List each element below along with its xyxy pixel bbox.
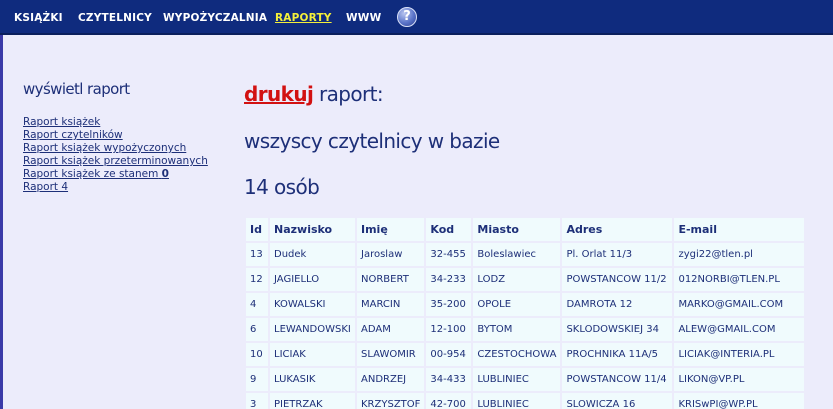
- cell-surname: PIETRZAK: [270, 393, 355, 409]
- nav-www[interactable]: WWW: [346, 12, 381, 24]
- cell-address: POWSTANCOW 11/2: [562, 268, 673, 291]
- print-report-link[interactable]: drukuj: [244, 82, 314, 106]
- table-row: 9 LUKASIK ANDRZEJ 34-433 LUBLINIEC POWST…: [246, 368, 805, 391]
- cell-postal-code: 12-100: [426, 318, 472, 341]
- cell-email: 012NORBI@TLEN.PL: [674, 268, 805, 291]
- sidebar-title: wyświetl raport: [23, 80, 130, 98]
- sidebar-link-readers-report[interactable]: Raport czytelników: [23, 129, 208, 142]
- cell-city: CZESTOCHOWA: [473, 343, 561, 366]
- nav-czytelnicy[interactable]: CZYTELNICY: [78, 12, 152, 24]
- nav-wypozyczalnia[interactable]: WYPOŻYCZALNIA: [163, 12, 267, 24]
- cell-name: KRZYSZTOF: [357, 393, 425, 409]
- cell-name: NORBERT: [357, 268, 425, 291]
- cell-name: Jaroslaw: [357, 243, 425, 266]
- table-row: 10 LICIAK SLAWOMIR 00-954 CZESTOCHOWA PR…: [246, 343, 805, 366]
- sidebar-link-stock-label: Raport książek ze stanem: [23, 168, 159, 180]
- table-row: 4 KOWALSKI MARCIN 35-200 OPOLE DAMROTA 1…: [246, 293, 805, 316]
- cell-email: LIKON@VP.PL: [674, 368, 805, 391]
- cell-postal-code: 32-455: [426, 243, 472, 266]
- column-header-email: E-mail: [674, 218, 805, 241]
- table-row: 12 JAGIELLO NORBERT 34-233 LODZ POWSTANC…: [246, 268, 805, 291]
- report-heading-suffix: raport:: [313, 82, 384, 106]
- cell-address: SKLODOWSKIEJ 34: [562, 318, 673, 341]
- cell-id: 12: [246, 268, 268, 291]
- report-subtitle: wszyscy czytelnicy w bazie: [244, 129, 500, 153]
- cell-address: SLOWICZA 16: [562, 393, 673, 409]
- sidebar-link-borrowed-report[interactable]: Raport książek wypożyczonych: [23, 142, 208, 155]
- nav-raporty[interactable]: RAPORTY: [275, 12, 332, 24]
- table-header-row: Id Nazwisko Imię Kod Miasto Adres E-mail: [246, 218, 805, 241]
- cell-name: ANDRZEJ: [357, 368, 425, 391]
- table-row: 3 PIETRZAK KRZYSZTOF 42-700 LUBLINIEC SL…: [246, 393, 805, 409]
- cell-id: 6: [246, 318, 268, 341]
- cell-address: Pl. Orlat 11/3: [562, 243, 673, 266]
- sidebar-link-stock-value: 0: [161, 168, 169, 180]
- cell-email: MARKO@GMAIL.COM: [674, 293, 805, 316]
- cell-city: LUBLINIEC: [473, 368, 561, 391]
- report-heading: drukuj raport:: [244, 82, 384, 106]
- cell-city: LUBLINIEC: [473, 393, 561, 409]
- cell-id: 10: [246, 343, 268, 366]
- cell-email: KRISwPI@WP.PL: [674, 393, 805, 409]
- column-header-name: Imię: [357, 218, 425, 241]
- sidebar-link-stock-report[interactable]: Raport książek ze stanem 0: [23, 168, 208, 181]
- top-navigation-bar: KSIĄŻKI CZYTELNICY WYPOŻYCZALNIA RAPORTY…: [0, 0, 833, 35]
- cell-email: zygi22@tlen.pl: [674, 243, 805, 266]
- left-border: [0, 35, 3, 409]
- reader-count: 14 osób: [244, 175, 320, 199]
- cell-name: ADAM: [357, 318, 425, 341]
- nav-ksiazki[interactable]: KSIĄŻKI: [14, 12, 63, 24]
- table-row: 13 Dudek Jaroslaw 32-455 Boleslawiec Pl.…: [246, 243, 805, 266]
- cell-postal-code: 34-433: [426, 368, 472, 391]
- cell-id: 13: [246, 243, 268, 266]
- cell-city: BYTOM: [473, 318, 561, 341]
- cell-name: MARCIN: [357, 293, 425, 316]
- cell-address: DAMROTA 12: [562, 293, 673, 316]
- cell-id: 3: [246, 393, 268, 409]
- cell-address: POWSTANCOW 11/4: [562, 368, 673, 391]
- cell-postal-code: 35-200: [426, 293, 472, 316]
- cell-id: 4: [246, 293, 268, 316]
- cell-surname: LICIAK: [270, 343, 355, 366]
- cell-name: SLAWOMIR: [357, 343, 425, 366]
- cell-surname: LUKASIK: [270, 368, 355, 391]
- cell-city: LODZ: [473, 268, 561, 291]
- column-header-surname: Nazwisko: [270, 218, 355, 241]
- cell-postal-code: 42-700: [426, 393, 472, 409]
- sidebar-link-overdue-report[interactable]: Raport książek przeterminowanych: [23, 155, 208, 168]
- table-row: 6 LEWANDOWSKI ADAM 12-100 BYTOM SKLODOWS…: [246, 318, 805, 341]
- column-header-id: Id: [246, 218, 268, 241]
- cell-address: PROCHNIKA 11A/5: [562, 343, 673, 366]
- sidebar-report-links: Raport książek Raport czytelników Raport…: [23, 116, 208, 194]
- cell-email: ALEW@GMAIL.COM: [674, 318, 805, 341]
- readers-table: Id Nazwisko Imię Kod Miasto Adres E-mail…: [244, 216, 806, 409]
- cell-surname: JAGIELLO: [270, 268, 355, 291]
- column-header-city: Miasto: [473, 218, 561, 241]
- column-header-postal-code: Kod: [426, 218, 472, 241]
- cell-city: OPOLE: [473, 293, 561, 316]
- cell-surname: Dudek: [270, 243, 355, 266]
- cell-email: LICIAK@INTERIA.PL: [674, 343, 805, 366]
- cell-postal-code: 00-954: [426, 343, 472, 366]
- sidebar-link-books-report[interactable]: Raport książek: [23, 116, 208, 129]
- sidebar-link-report-4[interactable]: Raport 4: [23, 181, 208, 194]
- cell-surname: LEWANDOWSKI: [270, 318, 355, 341]
- cell-city: Boleslawiec: [473, 243, 561, 266]
- column-header-address: Adres: [562, 218, 673, 241]
- cell-postal-code: 34-233: [426, 268, 472, 291]
- cell-surname: KOWALSKI: [270, 293, 355, 316]
- cell-id: 9: [246, 368, 268, 391]
- help-icon[interactable]: ?: [397, 7, 417, 27]
